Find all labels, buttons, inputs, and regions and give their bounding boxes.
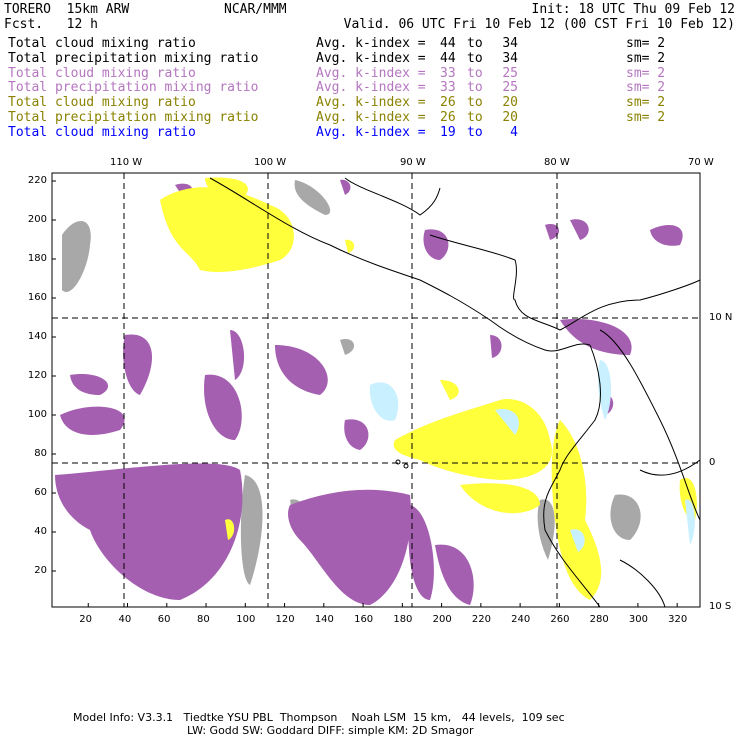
map-plot [51,172,701,608]
lon-label: 90 W [400,157,426,168]
lon-label: 70 W [688,157,714,168]
y-tick-label: 20 [34,565,47,576]
x-tick-label: 40 [118,614,132,625]
x-tick-label: 320 [668,614,688,625]
y-tick-label: 60 [34,487,47,498]
lon-label: 100 W [254,157,287,168]
model-info-line1: Model Info: V3.3.1 Tiedtke YSU PBL Thomp… [73,711,565,724]
x-tick-label: 260 [550,614,570,625]
x-tick-label: 140 [314,614,334,625]
x-tick-label: 220 [471,614,491,625]
weather-plot-page: TORERO 15km ARW NCAR/MMM Init: 18 UTC Th… [0,0,740,740]
y-tick-label: 40 [34,526,47,537]
x-tick-label: 60 [157,614,171,625]
x-tick-label: 180 [393,614,413,625]
lon-label: 110 W [110,157,143,168]
x-tick-label: 240 [511,614,531,625]
lat-label: 10 N [709,312,733,323]
y-tick-label: 80 [34,448,47,459]
x-tick-label: 120 [275,614,295,625]
lon-label: 80 W [544,157,570,168]
y-tick-label: 140 [27,331,47,342]
y-tick-label: 160 [27,292,47,303]
y-tick-label: 120 [27,370,47,381]
x-tick-label: 80 [197,614,210,625]
x-tick-label: 300 [628,614,648,625]
x-tick-label: 20 [79,614,92,625]
lat-label: 0 [709,457,716,468]
model-info-line2: LW: Godd SW: Goddard DIFF: simple KM: 2D… [187,724,474,737]
x-tick-label: 280 [589,614,609,625]
x-tick-label: 160 [354,614,374,625]
x-tick-label: 100 [236,614,256,625]
y-tick-label: 200 [27,214,47,225]
lat-label: 10 S [709,601,732,612]
y-tick-label: 180 [27,253,47,264]
y-tick-label: 100 [27,409,47,420]
y-tick-label: 220 [27,175,47,186]
x-tick-label: 200 [432,614,452,625]
